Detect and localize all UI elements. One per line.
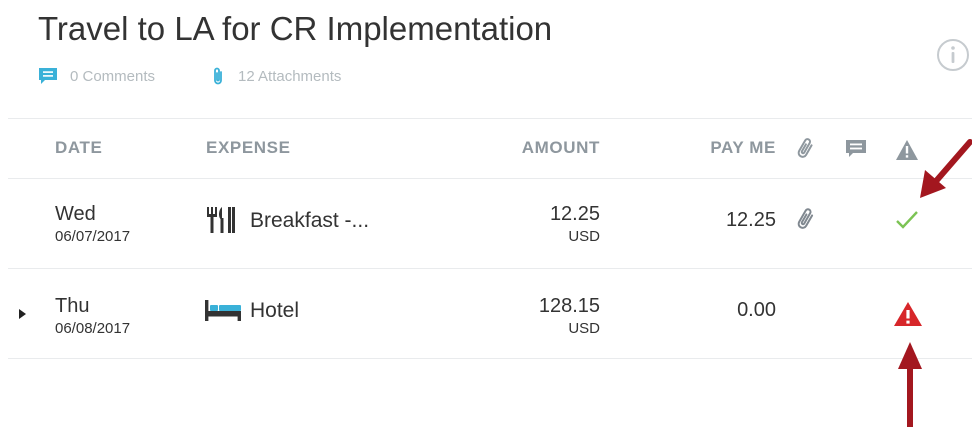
amount-value: 12.25 — [549, 203, 600, 225]
expense-name[interactable]: Hotel — [250, 299, 299, 323]
attachment-icon[interactable] — [795, 206, 817, 239]
pay-me-value: 12.25 — [725, 209, 776, 231]
column-header-attachment-icon — [795, 137, 817, 166]
utensils-icon — [205, 206, 239, 239]
column-header-comment-icon — [845, 139, 867, 164]
amount-value: 128.15 — [538, 295, 600, 317]
pay-me-value: 0.00 — [737, 299, 776, 321]
warning-icon[interactable] — [893, 301, 923, 332]
table-bottom-divider — [8, 358, 972, 359]
header-top-divider — [8, 118, 972, 119]
amount-currency: USD — [568, 320, 600, 337]
row-day: Wed — [55, 203, 96, 225]
amount-currency: USD — [568, 228, 600, 245]
row-date: 06/07/2017 — [55, 228, 131, 245]
info-icon[interactable] — [936, 38, 972, 77]
row-date: 06/08/2017 — [55, 320, 131, 337]
column-header-pay-me[interactable]: PAY ME — [660, 138, 776, 158]
expand-row-icon[interactable] — [18, 307, 28, 325]
comment-icon — [38, 67, 58, 85]
column-header-date[interactable]: DATE — [55, 138, 102, 158]
comments-link[interactable]: 0 Comments — [38, 64, 155, 88]
checkmark-icon — [893, 208, 921, 237]
row-day: Thu — [55, 295, 90, 317]
comments-count: 0 Comments — [70, 67, 156, 85]
column-header-warning-icon — [895, 139, 919, 166]
column-header-expense[interactable]: EXPENSE — [206, 138, 291, 158]
attachments-count: 12 Attachments — [238, 67, 342, 85]
column-header-amount[interactable]: AMOUNT — [480, 138, 600, 158]
bed-icon — [204, 298, 242, 327]
paperclip-icon — [212, 66, 224, 86]
report-title: Travel to LA for CR Implementation — [38, 10, 553, 47]
expense-name[interactable]: Breakfast -... — [250, 209, 369, 233]
attachments-link[interactable]: 12 Attachments — [212, 64, 341, 88]
